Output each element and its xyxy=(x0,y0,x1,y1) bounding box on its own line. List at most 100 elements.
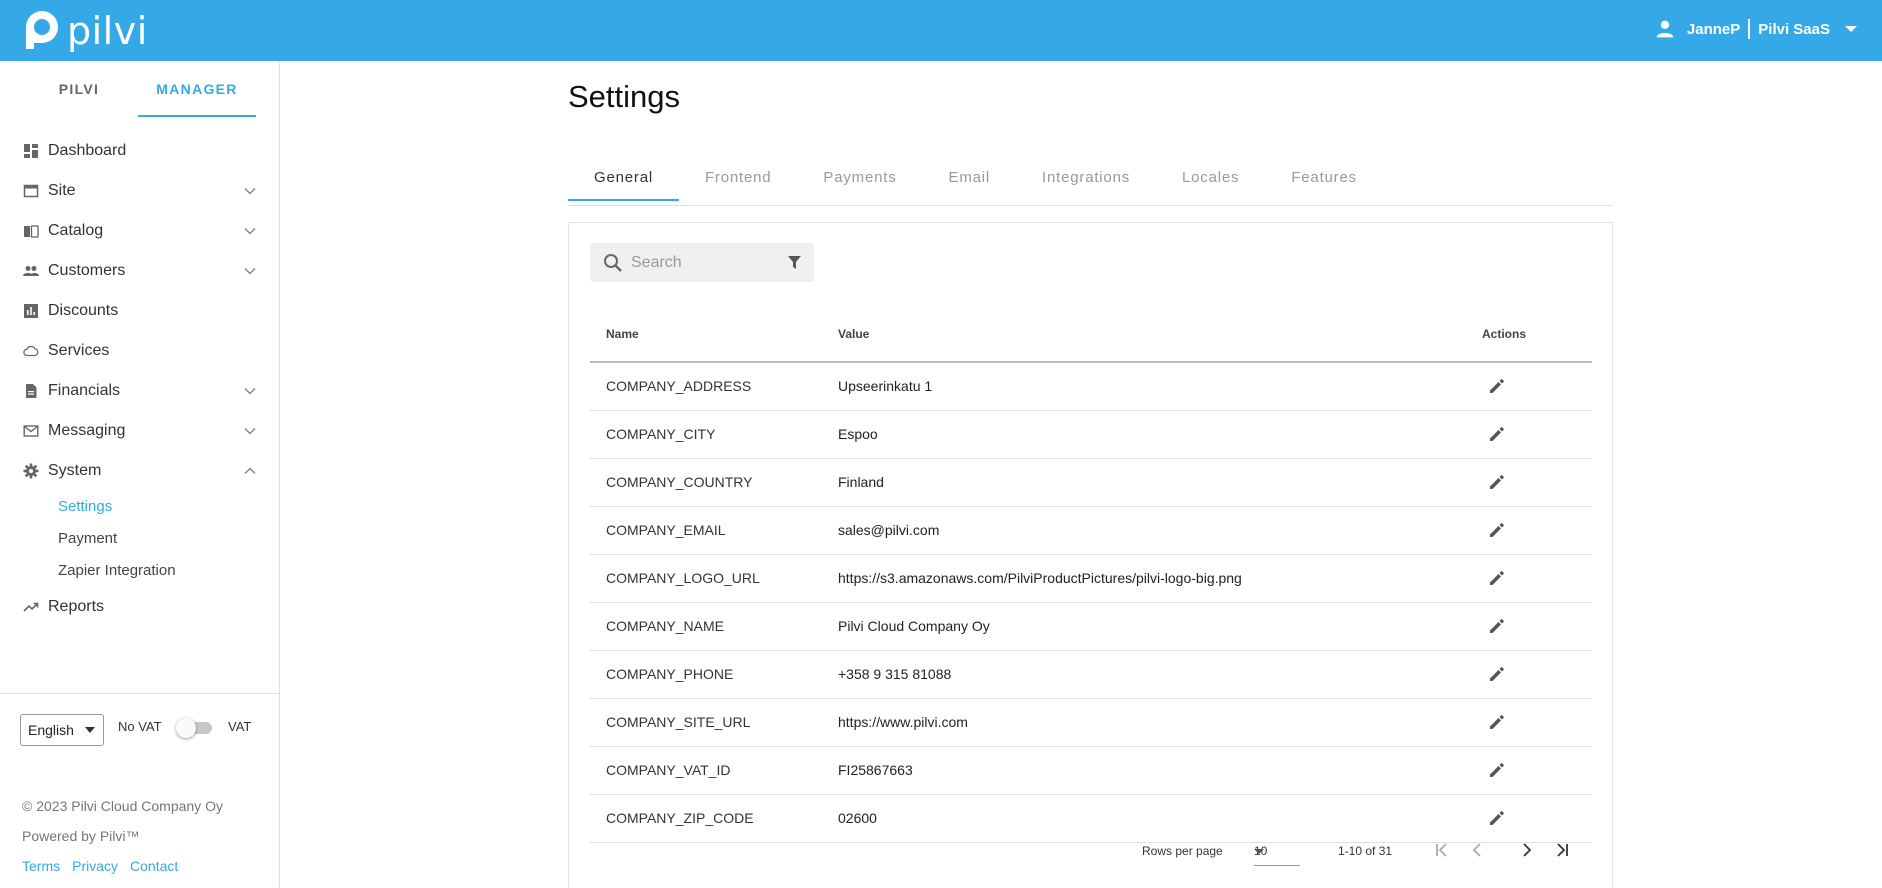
cloud-icon xyxy=(23,343,39,359)
chevron-down-icon[interactable] xyxy=(1844,24,1858,34)
search-box[interactable]: Search xyxy=(590,243,814,282)
tab-email[interactable]: Email xyxy=(923,157,1017,205)
chevron-up-icon[interactable] xyxy=(243,464,257,478)
chevron-down-icon[interactable] xyxy=(243,384,257,398)
table-row: COMPANY_EMAIL sales@pilvi.com xyxy=(590,506,1592,555)
chevron-down-icon[interactable] xyxy=(243,264,257,278)
chart-box-icon xyxy=(23,303,39,319)
tenant-name: Pilvi SaaS xyxy=(1758,20,1830,38)
vat-toggle[interactable] xyxy=(176,718,212,738)
copyright-text: © 2023 Pilvi Cloud Company Oy xyxy=(22,798,223,814)
sidebar-item-services[interactable]: Services xyxy=(0,331,279,371)
terms-link[interactable]: Terms xyxy=(22,858,60,874)
setting-name: COMPANY_NAME xyxy=(590,602,838,651)
edit-pencil-icon[interactable] xyxy=(1488,809,1506,827)
chevron-down-icon[interactable] xyxy=(243,424,257,438)
trending-up-icon xyxy=(23,599,39,615)
sidebar-nav: Dashboard Site Catalog Customers Discoun… xyxy=(0,131,279,627)
sidebar-item-label: System xyxy=(48,462,102,479)
dashboard-icon xyxy=(23,143,39,159)
last-page-icon[interactable] xyxy=(1552,840,1572,860)
gear-icon xyxy=(23,463,39,479)
column-header-name[interactable]: Name xyxy=(590,307,838,363)
sidebar-tabs: PILVI MANAGER xyxy=(20,61,256,117)
column-header-actions: Actions xyxy=(1482,307,1592,363)
sidebar-item-dashboard[interactable]: Dashboard xyxy=(0,131,279,171)
tab-features[interactable]: Features xyxy=(1265,157,1383,205)
rows-per-page-label: Rows per page xyxy=(1142,844,1223,858)
person-icon xyxy=(1656,20,1674,38)
caret-down-icon xyxy=(85,727,95,733)
sidebar-subitem-settings[interactable]: Settings xyxy=(0,491,279,523)
setting-value: sales@pilvi.com xyxy=(838,506,1482,555)
table-row: COMPANY_CITY Espoo xyxy=(590,410,1592,459)
sidebar-item-system[interactable]: System xyxy=(0,451,279,491)
sidebar-subitem-zapier-integration[interactable]: Zapier Integration xyxy=(0,555,279,587)
setting-name: COMPANY_PHONE xyxy=(590,650,838,699)
table-row: COMPANY_SITE_URL https://www.pilvi.com xyxy=(590,698,1592,747)
search-icon xyxy=(604,253,622,272)
next-page-icon[interactable] xyxy=(1517,840,1537,860)
settings-card: Search Name Value Actions COMPANY_ADDRES… xyxy=(568,222,1613,888)
privacy-link[interactable]: Privacy xyxy=(72,858,118,874)
pilvi-logo[interactable]: pilvi xyxy=(22,9,148,53)
setting-name: COMPANY_EMAIL xyxy=(590,506,838,555)
edit-pencil-icon[interactable] xyxy=(1488,617,1506,635)
setting-value: Espoo xyxy=(838,410,1482,459)
page-title: Settings xyxy=(568,79,681,114)
sidebar-item-discounts[interactable]: Discounts xyxy=(0,291,279,331)
edit-pencil-icon[interactable] xyxy=(1488,665,1506,683)
table-pagination: Rows per page 10 1-10 of 31 xyxy=(568,836,1593,866)
edit-pencil-icon[interactable] xyxy=(1488,761,1506,779)
tab-locales[interactable]: Locales xyxy=(1156,157,1265,205)
sidebar-item-label: Reports xyxy=(48,598,105,615)
sidebar-item-messaging[interactable]: Messaging xyxy=(0,411,279,451)
language-value: English xyxy=(28,722,74,738)
pagination-range: 1-10 of 31 xyxy=(1338,844,1393,858)
table-row: COMPANY_LOGO_URL https://s3.amazonaws.co… xyxy=(590,554,1592,603)
edit-pencil-icon[interactable] xyxy=(1488,377,1506,395)
first-page-icon[interactable] xyxy=(1432,840,1452,860)
tab-integrations[interactable]: Integrations xyxy=(1016,157,1156,205)
sidebar-item-site[interactable]: Site xyxy=(0,171,279,211)
filter-icon[interactable] xyxy=(788,255,801,270)
sidebar-item-label: Financials xyxy=(48,382,121,399)
rows-per-page-select[interactable]: 10 xyxy=(1254,836,1300,866)
language-select[interactable]: English xyxy=(20,714,104,746)
user-menu[interactable]: JanneP Pilvi SaaS xyxy=(1655,0,1858,58)
edit-pencil-icon[interactable] xyxy=(1488,713,1506,731)
vat-label: VAT xyxy=(228,719,252,734)
table-header-row: Name Value Actions xyxy=(590,307,1592,363)
tab-general[interactable]: General xyxy=(568,157,679,201)
toggle-knob xyxy=(176,718,196,738)
sidebar-divider xyxy=(0,693,279,694)
sidebar-item-financials[interactable]: Financials xyxy=(0,371,279,411)
chevron-down-icon[interactable] xyxy=(243,184,257,198)
column-header-value[interactable]: Value xyxy=(838,307,1482,363)
setting-name: COMPANY_VAT_ID xyxy=(590,746,838,795)
sidebar-tab-manager[interactable]: MANAGER xyxy=(138,61,256,117)
edit-pencil-icon[interactable] xyxy=(1488,473,1506,491)
sidebar-item-reports[interactable]: Reports xyxy=(0,587,279,627)
tab-payments[interactable]: Payments xyxy=(797,157,922,205)
user-tenant-divider xyxy=(1748,19,1751,39)
previous-page-icon[interactable] xyxy=(1467,840,1487,860)
contact-link[interactable]: Contact xyxy=(130,858,178,874)
setting-value: Pilvi Cloud Company Oy xyxy=(838,602,1482,651)
sidebar-item-catalog[interactable]: Catalog xyxy=(0,211,279,251)
sidebar-tab-pilvi[interactable]: PILVI xyxy=(20,61,138,117)
top-bar: pilvi JanneP Pilvi SaaS xyxy=(0,0,1882,61)
edit-pencil-icon[interactable] xyxy=(1488,569,1506,587)
edit-pencil-icon[interactable] xyxy=(1488,521,1506,539)
sidebar: PILVI MANAGER Dashboard Site Catalog Cus… xyxy=(0,61,280,888)
window-icon xyxy=(23,183,39,199)
edit-pencil-icon[interactable] xyxy=(1488,425,1506,443)
sidebar-item-customers[interactable]: Customers xyxy=(0,251,279,291)
search-input[interactable]: Search xyxy=(631,254,788,272)
tab-frontend[interactable]: Frontend xyxy=(679,157,797,205)
sidebar-subitem-payment[interactable]: Payment xyxy=(0,523,279,555)
settings-table: Name Value Actions COMPANY_ADDRESS Upsee… xyxy=(590,307,1592,843)
chevron-down-icon[interactable] xyxy=(243,224,257,238)
setting-value: https://s3.amazonaws.com/PilviProductPic… xyxy=(838,554,1482,603)
sidebar-item-label: Catalog xyxy=(48,222,104,239)
